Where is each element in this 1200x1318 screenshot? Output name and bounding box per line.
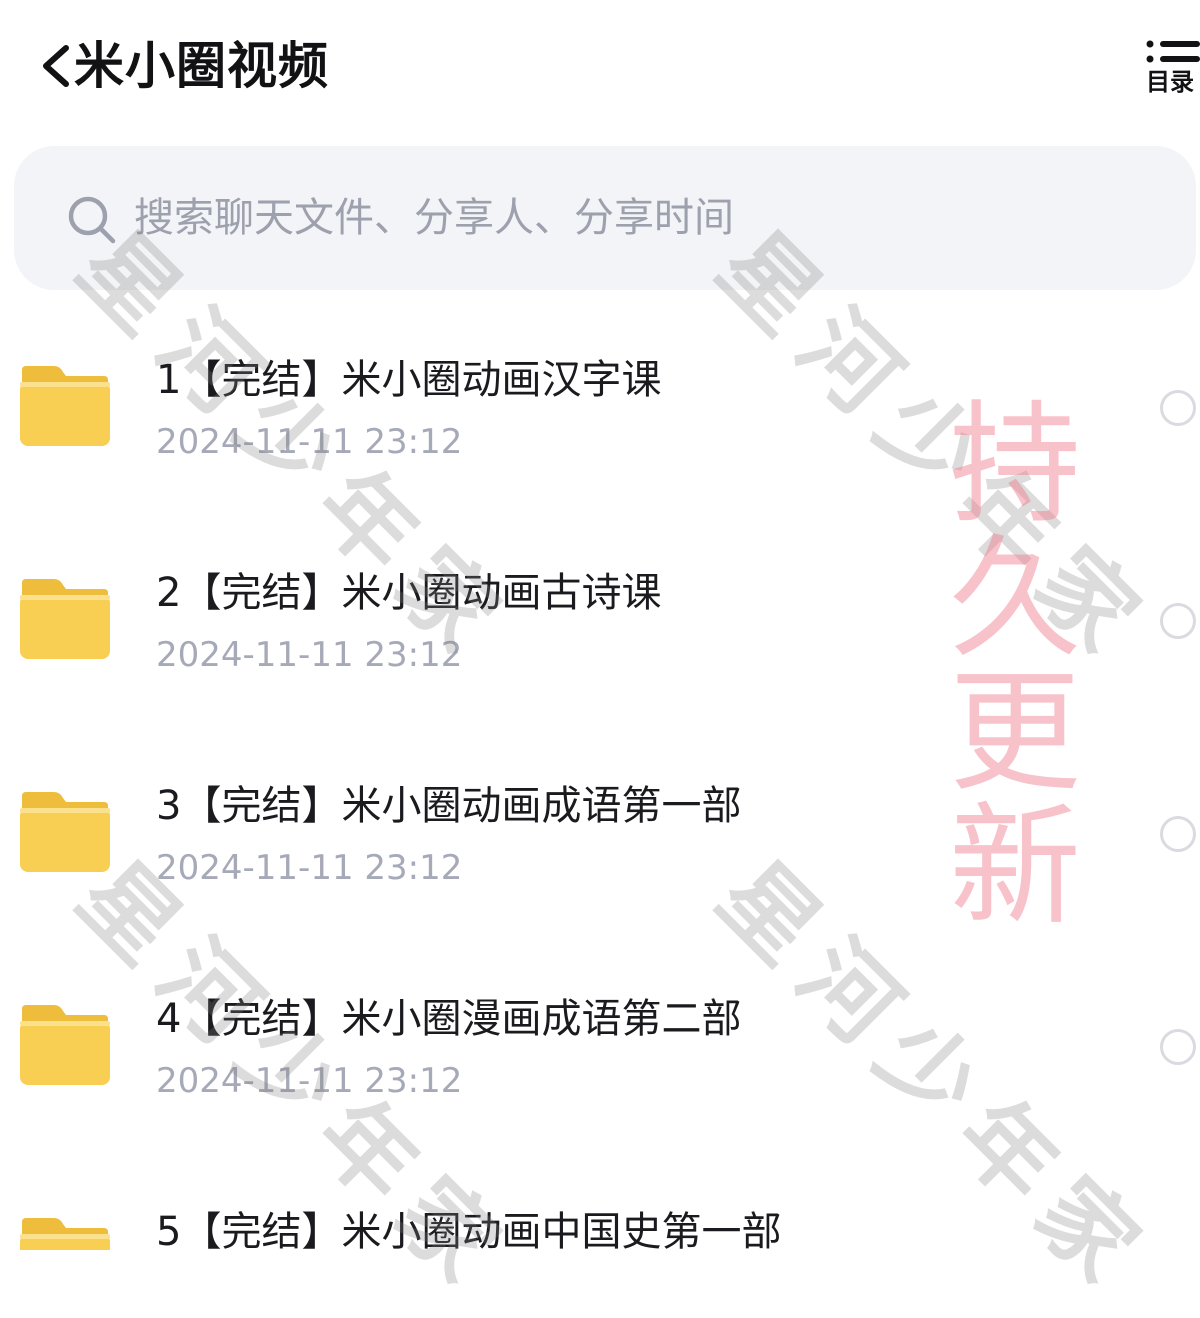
folder-icon <box>20 1005 110 1085</box>
search-input[interactable] <box>134 186 1134 250</box>
header: 米小圈视频 目录 <box>0 0 1200 130</box>
select-radio[interactable] <box>1160 816 1196 852</box>
search-icon <box>68 196 116 244</box>
file-row[interactable]: 4【完结】米小圈漫画成语第二部 2024-11-11 23:12 <box>0 939 1200 1152</box>
page-title: 米小圈视频 <box>74 37 329 95</box>
file-row[interactable]: 5【完结】米小圈动画中国史第一部 <box>0 1152 1200 1250</box>
file-row[interactable]: 1【完结】米小圈动画汉字课 2024-11-11 23:12 <box>0 300 1200 513</box>
file-name: 5【完结】米小圈动画中国史第一部 <box>156 1209 782 1250</box>
folder-icon <box>20 366 110 446</box>
file-row[interactable]: 3【完结】米小圈动画成语第一部 2024-11-11 23:12 <box>0 726 1200 939</box>
chevron-left-icon <box>43 45 69 87</box>
folder-icon <box>20 1218 110 1250</box>
list-icon <box>1146 40 1200 63</box>
file-name: 4【完结】米小圈漫画成语第二部 <box>156 996 742 1042</box>
file-time: 2024-11-11 23:12 <box>156 1061 463 1101</box>
file-time: 2024-11-11 23:12 <box>156 635 463 675</box>
folder-icon <box>20 792 110 872</box>
file-row[interactable]: 2【完结】米小圈动画古诗课 2024-11-11 23:12 <box>0 513 1200 726</box>
select-radio[interactable] <box>1160 390 1196 426</box>
select-radio[interactable] <box>1160 1029 1196 1065</box>
file-name: 3【完结】米小圈动画成语第一部 <box>156 783 742 829</box>
catalog-button[interactable]: 目录 <box>1144 38 1200 102</box>
search-bar[interactable] <box>14 146 1196 290</box>
file-list: 1【完结】米小圈动画汉字课 2024-11-11 23:12 2【完结】米小圈动… <box>0 300 1200 1250</box>
folder-icon <box>20 579 110 659</box>
file-time: 2024-11-11 23:12 <box>156 422 463 462</box>
file-name: 1【完结】米小圈动画汉字课 <box>156 357 662 403</box>
catalog-label: 目录 <box>1146 68 1194 96</box>
file-name: 2【完结】米小圈动画古诗课 <box>156 570 662 616</box>
file-time: 2024-11-11 23:12 <box>156 848 463 888</box>
select-radio[interactable] <box>1160 603 1196 639</box>
back-button[interactable] <box>36 38 76 94</box>
